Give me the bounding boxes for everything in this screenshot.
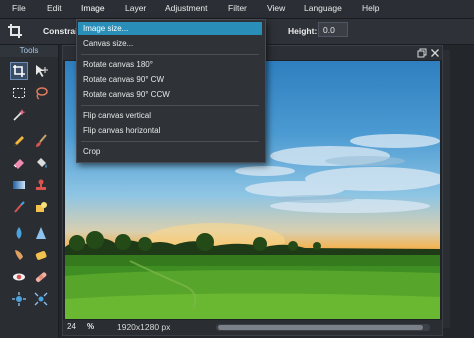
menu-edit[interactable]: Edit: [47, 3, 62, 13]
bandage-icon: [35, 272, 47, 282]
red-eye-tool[interactable]: [10, 268, 28, 286]
marquee-tool[interactable]: [10, 84, 28, 102]
horizontal-scroll-thumb[interactable]: [218, 325, 423, 330]
menu-item-rotate-90-cw[interactable]: Rotate canvas 90° CW: [78, 73, 262, 86]
paint-bucket-icon: [37, 158, 47, 168]
image-size-readout: 1920x1280 px: [117, 322, 171, 332]
constrain-label: Constrai: [43, 26, 78, 36]
gradient-icon: [13, 181, 25, 189]
red-eye-icon: [13, 273, 25, 281]
menu-separator: [81, 141, 259, 142]
spot-heal-tool[interactable]: [32, 268, 50, 286]
lasso-tool-icon: [36, 87, 48, 100]
move-tool-icon: [36, 65, 48, 77]
menu-item-canvas-size[interactable]: Canvas size...: [78, 37, 262, 50]
zoom-unit: %: [87, 322, 95, 331]
drawing-icon: [36, 202, 47, 212]
height-label: Height:: [288, 26, 318, 36]
magic-wand-tool[interactable]: [10, 106, 28, 124]
pinch-tool[interactable]: [32, 290, 50, 308]
color-replace-icon: [14, 201, 25, 213]
menu-item-rotate-180[interactable]: Rotate canvas 180°: [78, 58, 262, 71]
canvas-status-bar: 24 % 1920x1280 px: [63, 320, 442, 335]
color-replace-tool[interactable]: [10, 198, 28, 216]
blur-drop-icon: [16, 227, 22, 239]
menu-separator: [81, 105, 259, 106]
height-input[interactable]: 0.0: [318, 22, 348, 37]
menu-separator: [81, 54, 259, 55]
vertical-scrollbar[interactable]: [443, 50, 450, 328]
menu-file[interactable]: File: [12, 3, 26, 13]
menu-help[interactable]: Help: [362, 3, 379, 13]
smudge-icon: [15, 250, 23, 260]
eraser-icon: [13, 159, 24, 169]
clone-stamp-tool[interactable]: [32, 176, 50, 194]
menu-item-rotate-90-ccw[interactable]: Rotate canvas 90° CCW: [78, 88, 262, 101]
sharpen-icon: [36, 227, 46, 239]
menu-item-crop[interactable]: Crop: [78, 145, 262, 158]
lasso-tool[interactable]: [32, 84, 50, 102]
menu-layer[interactable]: Layer: [125, 3, 146, 13]
pencil-icon: [14, 136, 24, 146]
bloat-tool[interactable]: [10, 290, 28, 308]
paint-bucket-tool[interactable]: [32, 154, 50, 172]
menu-filter[interactable]: Filter: [228, 3, 247, 13]
move-tool[interactable]: [32, 62, 50, 80]
menu-view[interactable]: View: [267, 3, 285, 13]
menu-image[interactable]: Image: [81, 3, 105, 13]
menu-adjustment[interactable]: Adjustment: [165, 3, 208, 13]
menu-item-flip-vertical[interactable]: Flip canvas vertical: [78, 109, 262, 122]
sponge-icon: [35, 251, 47, 260]
crop-tool-icon: [13, 65, 25, 77]
clone-stamp-icon: [36, 179, 46, 190]
menu-item-image-size[interactable]: Image size...: [78, 22, 262, 35]
zoom-value[interactable]: 24: [67, 322, 76, 331]
menu-bar: File Edit Image Layer Adjustment Filter …: [0, 0, 474, 19]
gradient-tool[interactable]: [10, 176, 28, 194]
maximize-icon[interactable]: [417, 48, 427, 58]
marquee-tool-icon: [13, 88, 25, 98]
drawing-tool[interactable]: [32, 198, 50, 216]
brush-icon: [36, 134, 47, 147]
smudge-tool[interactable]: [10, 246, 28, 264]
tools-panel: Tools: [0, 45, 59, 338]
tools-panel-title: Tools: [0, 45, 58, 57]
menu-language[interactable]: Language: [304, 3, 342, 13]
sponge-tool[interactable]: [32, 246, 50, 264]
pinch-icon: [34, 292, 48, 306]
image-menu-dropdown: Image size... Canvas size... Rotate canv…: [76, 19, 266, 163]
crop-tool[interactable]: [10, 62, 28, 80]
sharpen-tool[interactable]: [32, 224, 50, 242]
magic-wand-icon: [13, 109, 26, 121]
brush-tool[interactable]: [32, 132, 50, 150]
close-icon[interactable]: [430, 48, 440, 58]
menu-item-flip-horizontal[interactable]: Flip canvas horizontal: [78, 124, 262, 137]
bloat-icon: [12, 292, 26, 306]
blur-tool[interactable]: [10, 224, 28, 242]
crop-icon: [7, 23, 23, 39]
eraser-tool[interactable]: [10, 154, 28, 172]
pencil-tool[interactable]: [10, 132, 28, 150]
horizontal-scrollbar[interactable]: [216, 324, 430, 331]
